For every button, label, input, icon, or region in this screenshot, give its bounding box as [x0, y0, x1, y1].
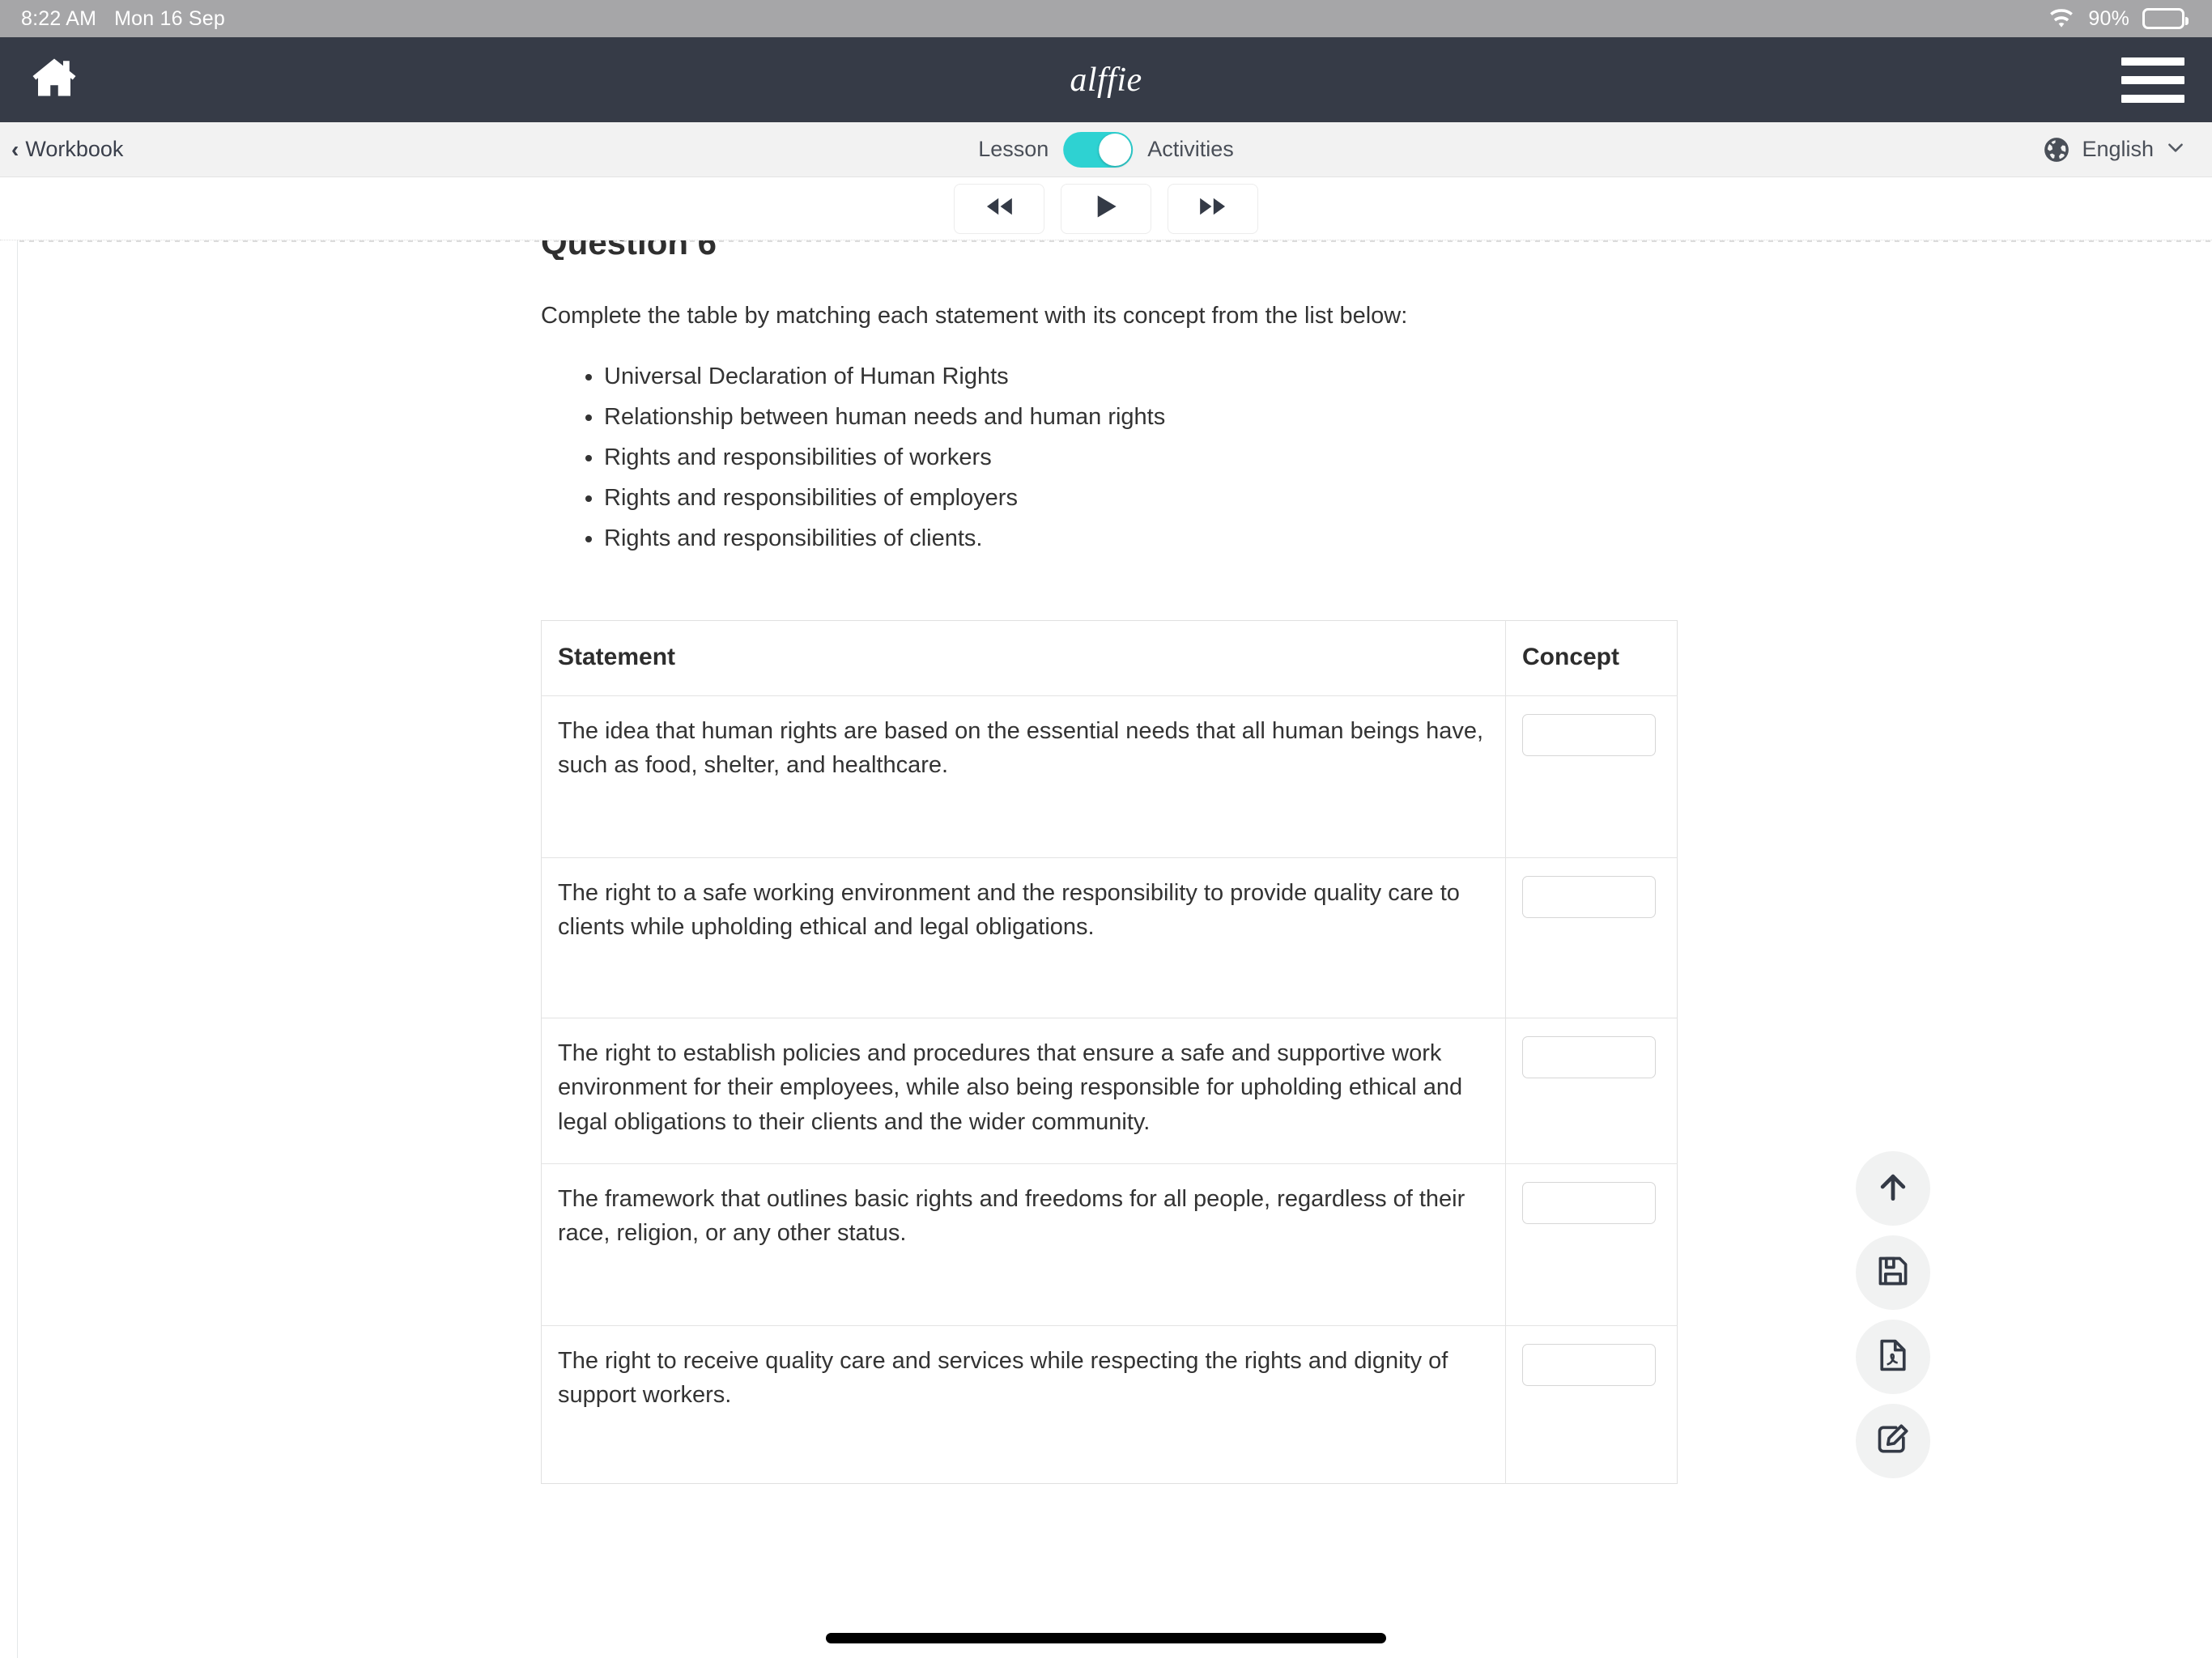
concept-answer-input[interactable]	[1522, 714, 1656, 757]
floppy-disk-icon	[1875, 1253, 1911, 1293]
battery-icon	[2142, 8, 2189, 29]
secondary-toolbar: ‹ Workbook Lesson Activities English	[0, 122, 2212, 177]
status-bar-left: 8:22 AM Mon 16 Sep	[21, 7, 225, 31]
media-controls-bar	[0, 177, 2212, 240]
fast-forward-icon	[1197, 191, 1228, 226]
arrow-up-icon	[1875, 1169, 1911, 1209]
statement-cell: The framework that outlines basic rights…	[541, 1163, 1506, 1327]
language-label: English	[2082, 137, 2154, 161]
table-row: The right to establish policies and proc…	[541, 1018, 1678, 1165]
export-pdf-button[interactable]	[1856, 1320, 1930, 1394]
concept-answer-input[interactable]	[1522, 1036, 1656, 1079]
back-to-workbook-link[interactable]: ‹ Workbook	[11, 137, 123, 162]
page-title: Question 6	[541, 240, 717, 260]
battery-percent-label: 90%	[2088, 6, 2129, 30]
concept-cell	[1505, 695, 1678, 859]
chevron-down-icon	[2165, 137, 2186, 163]
wifi-icon	[2048, 8, 2075, 29]
statement-cell: The right to a safe working environment …	[541, 857, 1506, 1019]
instruction-text: Complete the table by matching each stat…	[541, 303, 1408, 329]
column-header-concept: Concept	[1505, 620, 1678, 697]
left-rail-divider	[0, 240, 18, 1658]
globe-icon	[2043, 136, 2070, 164]
save-button[interactable]	[1856, 1235, 1930, 1310]
switch-knob	[1099, 133, 1132, 166]
list-item: Universal Declaration of Human Rights	[604, 365, 1674, 389]
concept-cell	[1505, 1325, 1678, 1484]
statement-cell: The right to receive quality care and se…	[558, 1348, 1448, 1409]
concept-answer-input[interactable]	[1522, 1182, 1656, 1225]
lesson-content-area: Question 6 Complete the table by matchin…	[0, 240, 2212, 1658]
home-indicator	[826, 1633, 1386, 1643]
concept-options-list: Universal Declaration of Human Rights Re…	[541, 365, 1674, 551]
list-item: Relationship between human needs and hum…	[604, 406, 1674, 429]
floating-action-stack	[1856, 1151, 1930, 1478]
concept-answer-input[interactable]	[1522, 1344, 1656, 1387]
app-header: alffie	[0, 37, 2212, 122]
table-row: The right to a safe working environment …	[541, 857, 1678, 1019]
app-logo: alffie	[1070, 61, 1142, 99]
lesson-activities-switch[interactable]	[1063, 131, 1134, 168]
chevron-left-icon: ‹	[11, 136, 19, 162]
table-row: The framework that outlines basic rights…	[541, 1163, 1678, 1327]
edit-button[interactable]	[1856, 1404, 1930, 1478]
lesson-activities-toggle-group: Lesson Activities	[978, 131, 1234, 168]
home-button[interactable]	[24, 50, 84, 110]
back-link-label: Workbook	[25, 137, 124, 161]
pencil-edit-icon	[1875, 1422, 1911, 1461]
hamburger-menu-icon[interactable]	[2121, 57, 2184, 103]
status-bar-date: Mon 16 Sep	[114, 6, 225, 30]
play-icon	[1091, 191, 1121, 226]
list-item: Rights and responsibilities of workers	[604, 446, 1674, 470]
table-row: The idea that human rights are based on …	[541, 695, 1678, 859]
ios-status-bar: 8:22 AM Mon 16 Sep 90%	[0, 0, 2212, 37]
rewind-icon	[984, 191, 1015, 226]
status-bar-right: 90%	[2048, 6, 2189, 31]
scroll-to-top-button[interactable]	[1856, 1151, 1930, 1226]
home-icon	[30, 53, 79, 106]
toggle-label-lesson: Lesson	[978, 137, 1049, 161]
table-header-row: Statement Concept	[541, 620, 1678, 697]
table-row: The right to receive quality care and se…	[542, 1325, 1678, 1484]
pdf-file-icon	[1875, 1337, 1911, 1377]
concept-answer-input[interactable]	[1522, 876, 1656, 919]
concept-cell	[1505, 1163, 1678, 1327]
column-header-statement: Statement	[541, 620, 1506, 697]
toggle-label-activities: Activities	[1147, 137, 1234, 161]
statement-cell: The idea that human rights are based on …	[541, 695, 1506, 859]
language-selector[interactable]: English	[2043, 136, 2186, 164]
statement-cell: The right to establish policies and proc…	[541, 1018, 1506, 1165]
concept-cell	[1505, 1018, 1678, 1165]
list-item: Rights and responsibilities of clients.	[604, 527, 1674, 551]
fast-forward-button[interactable]	[1168, 183, 1258, 234]
concept-cell	[1505, 857, 1678, 1019]
statement-concept-table: Statement Concept The idea that human ri…	[541, 620, 1678, 1485]
play-button[interactable]	[1061, 183, 1151, 234]
activity-document: Question 6 Complete the table by matchin…	[541, 240, 1678, 1485]
rewind-button[interactable]	[954, 183, 1044, 234]
status-bar-time: 8:22 AM	[21, 6, 97, 30]
list-item: Rights and responsibilities of employers	[604, 487, 1674, 510]
